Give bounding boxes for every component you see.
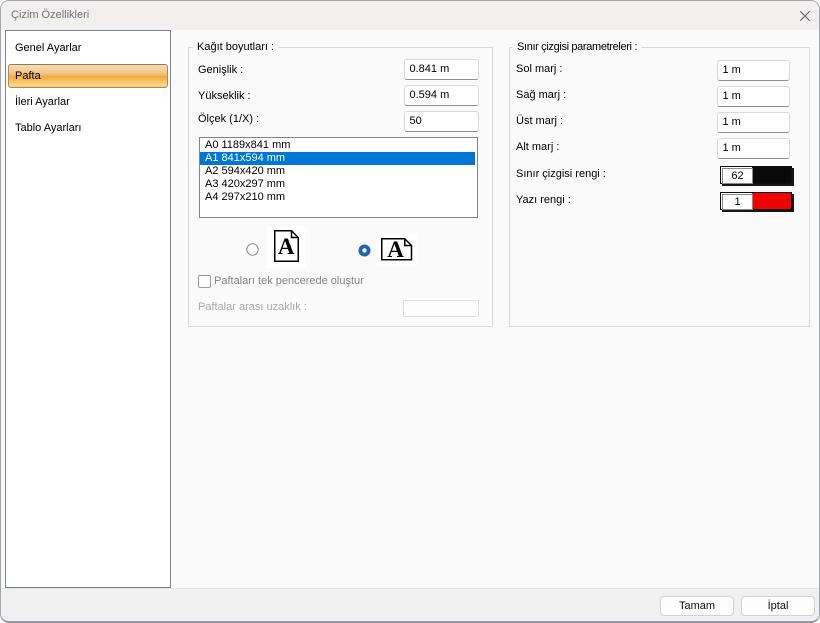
svg-text:A: A: [387, 237, 404, 262]
svg-text:A: A: [278, 234, 295, 259]
